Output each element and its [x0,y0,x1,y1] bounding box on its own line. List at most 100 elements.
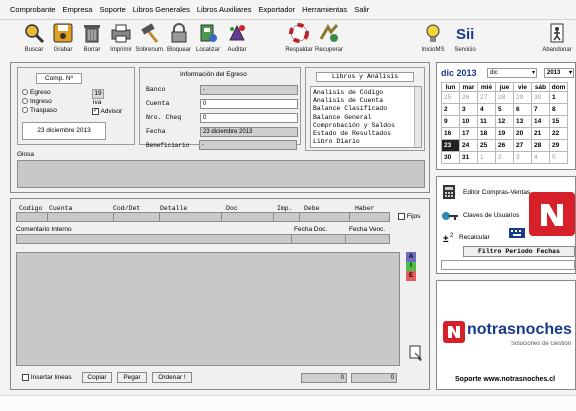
beneficiario-field[interactable]: - [199,140,297,150]
respaldar-button[interactable]: Respaldar [282,22,316,60]
calendar-day[interactable]: 30 [441,151,460,164]
advisor-checkbox[interactable]: ✓ Advisor [92,108,122,115]
calendar-day[interactable]: 17 [459,127,478,140]
calendar-day[interactable]: 31 [459,151,478,164]
iniciams-button[interactable]: InicioMS [416,22,450,60]
calendar-day[interactable]: 27 [513,139,532,152]
libro-item[interactable]: Libro Diario [313,138,411,146]
calendar-day[interactable]: 26 [459,91,478,104]
calendar-day[interactable]: 14 [531,115,550,128]
copiar-button[interactable]: Copiar [82,372,112,383]
recalcular-link[interactable]: Recalcular [459,234,490,241]
calendar-day[interactable]: 9 [441,115,460,128]
menu-libros-auxiliares[interactable]: Libros Auxiliares [197,5,252,14]
menu-comprobante[interactable]: Comprobante [10,5,55,14]
filtro-field[interactable] [441,260,575,270]
cuenta-field[interactable]: 0 [200,99,298,109]
fecha-label: Fecha [146,128,166,135]
brand-tagline: Soluciones de Gestión [511,341,572,347]
abandonar-button[interactable]: Abandonar [540,22,574,60]
filtro-periodo-button[interactable]: Filtro Periodo Fechas [463,246,575,257]
calendar-day[interactable]: 24 [459,139,478,152]
calendar-day[interactable]: 25 [441,91,460,104]
banco-field[interactable]: - [200,85,298,95]
calendar-day[interactable]: 3 [513,151,532,164]
status-bar [0,395,576,411]
calendar-day[interactable]: 10 [459,115,478,128]
editor-compras-link[interactable]: Editor Compras-Ventas [463,189,530,196]
comp-number-field[interactable]: 19 [92,89,104,99]
menu-empresa[interactable]: Empresa [62,5,92,14]
calendar-day[interactable]: 11 [477,115,496,128]
claves-usuarios-link[interactable]: Claves de Usuarios [463,212,519,219]
calendar-day[interactable]: 2 [441,103,460,116]
i-button[interactable]: I [406,262,416,271]
calendar-day[interactable]: 20 [513,127,532,140]
calendar-day[interactable]: 21 [531,127,550,140]
libro-item[interactable]: Analisis de Código [313,89,411,97]
insertar-lineas-checkbox[interactable]: Insertar lineas [22,374,72,381]
recuperar-button[interactable]: Recuperar [312,22,346,60]
e-button[interactable]: E [406,271,416,281]
calendar-day[interactable]: 8 [549,103,568,116]
calendar-day[interactable]: 19 [495,127,514,140]
libro-item[interactable]: Analisis de Cuenta [313,97,411,105]
calendar-day[interactable]: 4 [477,103,496,116]
glosa-field[interactable] [17,160,425,188]
libros-scrollbar[interactable] [414,87,421,147]
detail-grid[interactable] [16,252,400,366]
calendar-day[interactable]: 13 [513,115,532,128]
calendar-day[interactable]: 29 [549,139,568,152]
menu-herramientas[interactable]: Herramientas [302,5,347,14]
calendar-day[interactable]: 29 [513,91,532,104]
calendar-day[interactable]: 4 [531,151,550,164]
servicio-button[interactable]: Sii Servicio [448,22,482,60]
radio-ingreso[interactable]: Ingreso [22,98,52,105]
col-cuenta: Cuenta [49,205,73,212]
entry-row[interactable] [16,212,390,222]
menu-libros-generales[interactable]: Libros Generales [133,5,190,14]
month-select[interactable]: dic ▾ [487,68,537,78]
calendar-day[interactable]: 2 [495,151,514,164]
menu-exportador[interactable]: Exportador [258,5,295,14]
radio-traspaso[interactable]: Traspaso [22,107,57,114]
fecha-field[interactable]: 23 diciembre 2013 [200,127,298,137]
calendar-day[interactable]: 6 [513,103,532,116]
calendar-day[interactable]: 5 [549,151,568,164]
auditar-button[interactable]: Auditar [220,22,254,60]
calendar-day[interactable]: 1 [477,151,496,164]
libro-item[interactable]: Estado de Resultados [313,130,411,138]
calendar-day[interactable]: 28 [495,91,514,104]
calendar-day[interactable]: 25 [477,139,496,152]
a-button[interactable]: A [406,252,416,262]
menu-soporte[interactable]: Soporte [99,5,125,14]
year-select[interactable]: 2013 ▾ [544,68,574,78]
calendar-day[interactable]: 16 [441,127,460,140]
calendar-day[interactable]: 12 [495,115,514,128]
radio-egreso[interactable]: Egreso [22,89,51,96]
calendar-day[interactable]: 18 [477,127,496,140]
calendar-day[interactable]: 7 [531,103,550,116]
calendar-day[interactable]: 27 [477,91,496,104]
calendar-day[interactable]: 3 [459,103,478,116]
libros-list[interactable]: Analisis de Código Analisis de Cuenta Bala… [310,86,422,148]
comentario-row[interactable] [16,234,390,244]
menu-salir[interactable]: Salir [354,5,369,14]
pegar-button[interactable]: Pegar [117,372,147,383]
fijos-checkbox[interactable]: Fijos [398,213,421,220]
calendar-day[interactable]: 22 [549,127,568,140]
calendar-day[interactable]: 30 [531,91,550,104]
calendar-day[interactable]: 15 [549,115,568,128]
libro-item[interactable]: Comprobación y Saldos [313,122,411,130]
calendar-day[interactable]: 5 [495,103,514,116]
libro-item[interactable]: Balance Clasificado [313,105,411,113]
calendar-day[interactable]: 23 [441,139,460,152]
calendar-day[interactable]: 1 [549,91,568,104]
support-link[interactable]: Soporte www.notrasnoches.cl [455,376,555,383]
calendar-day[interactable]: 26 [495,139,514,152]
ordenar-button[interactable]: Ordenar ! [152,372,192,383]
cheq-field[interactable]: 0 [200,113,298,123]
libro-item[interactable]: Balance General [313,114,411,122]
page-icon[interactable] [409,345,423,361]
calendar-day[interactable]: 28 [531,139,550,152]
